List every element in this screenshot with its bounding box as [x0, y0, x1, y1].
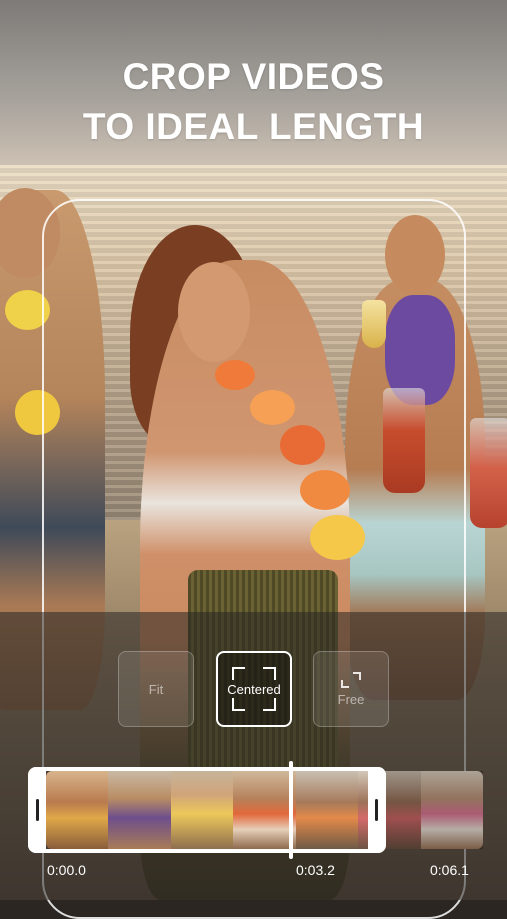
crop-mode-label: Centered — [227, 681, 281, 697]
grip-icon — [375, 799, 378, 821]
trim-handle-left[interactable] — [28, 767, 46, 853]
crop-mode-free-button[interactable]: Free — [313, 651, 389, 727]
timecode-start: 0:00.0 — [47, 862, 86, 878]
trimmed-region-overlay — [384, 771, 483, 849]
crop-mode-fit-button[interactable]: Fit — [118, 651, 194, 727]
trim-handle-right[interactable] — [368, 767, 386, 853]
crop-mode-label: Fit — [148, 681, 164, 697]
cocktail-glass — [470, 418, 507, 528]
crop-mode-centered-button[interactable]: Centered — [216, 651, 292, 727]
playhead[interactable] — [289, 761, 293, 859]
crop-mode-label: Free — [337, 691, 365, 707]
video-timeline[interactable] — [0, 767, 507, 853]
grip-icon — [36, 799, 39, 821]
headline-line-2: TO IDEAL LENGTH — [82, 106, 425, 147]
timecode-current: 0:03.2 — [296, 862, 335, 878]
expand-icon — [341, 671, 361, 688]
timecode-end: 0:06.1 — [430, 862, 469, 878]
trim-selection-box[interactable] — [28, 767, 386, 853]
headline-line-1: CROP VIDEOS — [122, 56, 385, 97]
